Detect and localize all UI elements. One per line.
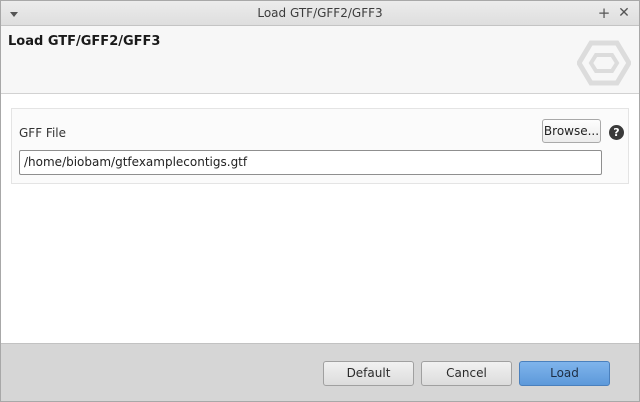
- maximize-icon[interactable]: +: [597, 5, 611, 21]
- cancel-button[interactable]: Cancel: [421, 361, 512, 386]
- dialog-header: Load GTF/GFF2/GFF3: [1, 26, 639, 94]
- dialog-window: Load GTF/GFF2/GFF3 + ✕ Load GTF/GFF2/GFF…: [0, 0, 640, 402]
- help-icon[interactable]: ?: [609, 125, 624, 140]
- window-title: Load GTF/GFF2/GFF3: [257, 6, 383, 20]
- file-path-input[interactable]: /home/biobam/gtfexamplecontigs.gtf: [19, 150, 602, 175]
- hexagon-logo-icon: [577, 40, 631, 86]
- load-button[interactable]: Load: [519, 361, 610, 386]
- button-bar: Default Cancel Load: [1, 343, 639, 401]
- page-title: Load GTF/GFF2/GFF3: [8, 34, 161, 49]
- browse-button[interactable]: Browse...: [542, 119, 601, 143]
- dialog-content: GFF File Browse... ? /home/biobam/gtfexa…: [1, 95, 639, 343]
- close-icon[interactable]: ✕: [617, 5, 631, 21]
- file-panel: GFF File Browse... ? /home/biobam/gtfexa…: [11, 108, 629, 184]
- title-bar[interactable]: Load GTF/GFF2/GFF3 + ✕: [1, 1, 639, 26]
- gff-file-label: GFF File: [19, 126, 66, 140]
- default-button[interactable]: Default: [323, 361, 414, 386]
